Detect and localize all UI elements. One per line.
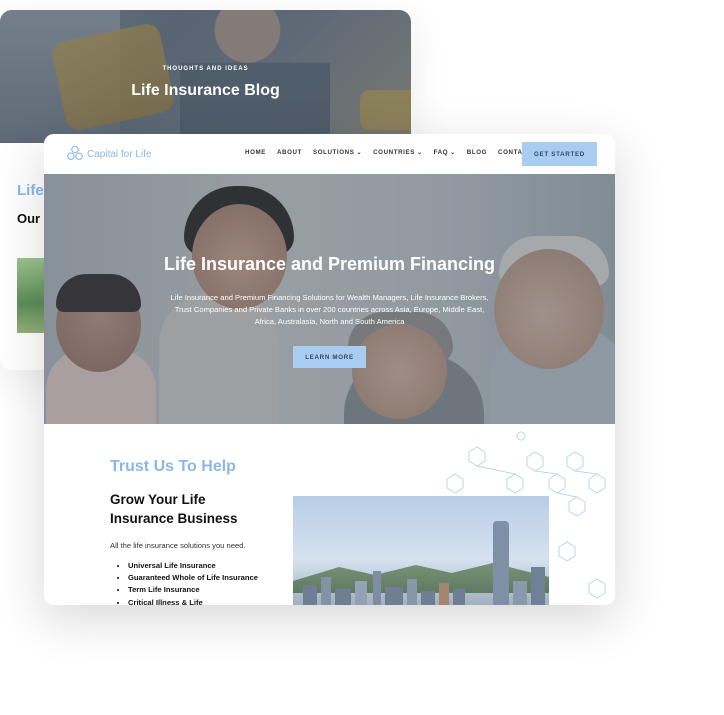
blog-title: Life Insurance Blog — [131, 82, 280, 99]
hero-title: Life Insurance and Premium Financing — [163, 254, 496, 274]
logo[interactable]: Capital for Life — [66, 145, 151, 163]
get-started-button[interactable]: GET STARTED — [522, 142, 597, 166]
list-item: Universal Life Insurance — [128, 560, 258, 572]
nav-faq[interactable]: FAQ ⌄ — [434, 149, 456, 156]
list-item: Term Life Insurance — [128, 584, 258, 596]
home-page-preview: Capital for Life HOME ABOUT SOLUTIONS ⌄ C… — [44, 134, 615, 605]
chevron-down-icon: ⌄ — [356, 150, 363, 156]
list-item: Guaranteed Whole of Life Insurance — [128, 572, 258, 584]
city-skyline-image — [293, 496, 549, 605]
list-item: Critical Illness & Life — [128, 597, 258, 605]
logo-text: Capital for Life — [87, 148, 152, 160]
nav-solutions[interactable]: SOLUTIONS ⌄ — [313, 149, 362, 156]
logo-hexagon-icon — [67, 145, 83, 161]
section-intro: All the life insurance solutions you nee… — [110, 541, 246, 550]
learn-more-button[interactable]: LEARN MORE — [293, 346, 366, 368]
nav-blog[interactable]: BLOG — [467, 149, 487, 156]
section-heading: Grow Your Life Insurance Business — [110, 492, 238, 526]
blog-section-heading: Life — [17, 182, 44, 199]
nav-countries[interactable]: COUNTRIES ⌄ — [373, 149, 422, 156]
site-header: Capital for Life HOME ABOUT SOLUTIONS ⌄ C… — [44, 134, 615, 174]
hero-banner: Life Insurance and Premium Financing Lif… — [44, 174, 615, 424]
section-title: Trust Us To Help — [110, 458, 236, 475]
hero-description: Life Insurance and Premium Financing Sol… — [170, 293, 489, 326]
solutions-list: Universal Life Insurance Guaranteed Whol… — [114, 560, 258, 605]
main-nav: HOME ABOUT SOLUTIONS ⌄ COUNTRIES ⌄ FAQ ⌄ BL… — [245, 149, 543, 156]
chevron-down-icon: ⌄ — [450, 150, 456, 156]
trust-section: Trust Us To Help Grow Your Life Insuranc… — [44, 424, 615, 605]
blog-hero-image: THOUGHTS AND IDEAS Life Insurance Blog — [0, 10, 411, 150]
blog-eyebrow: THOUGHTS AND IDEAS — [162, 66, 249, 72]
chevron-down-icon: ⌄ — [416, 150, 423, 156]
nav-home[interactable]: HOME — [245, 149, 266, 156]
blog-section-subheading: Our I — [17, 211, 48, 226]
nav-about[interactable]: ABOUT — [277, 149, 302, 156]
